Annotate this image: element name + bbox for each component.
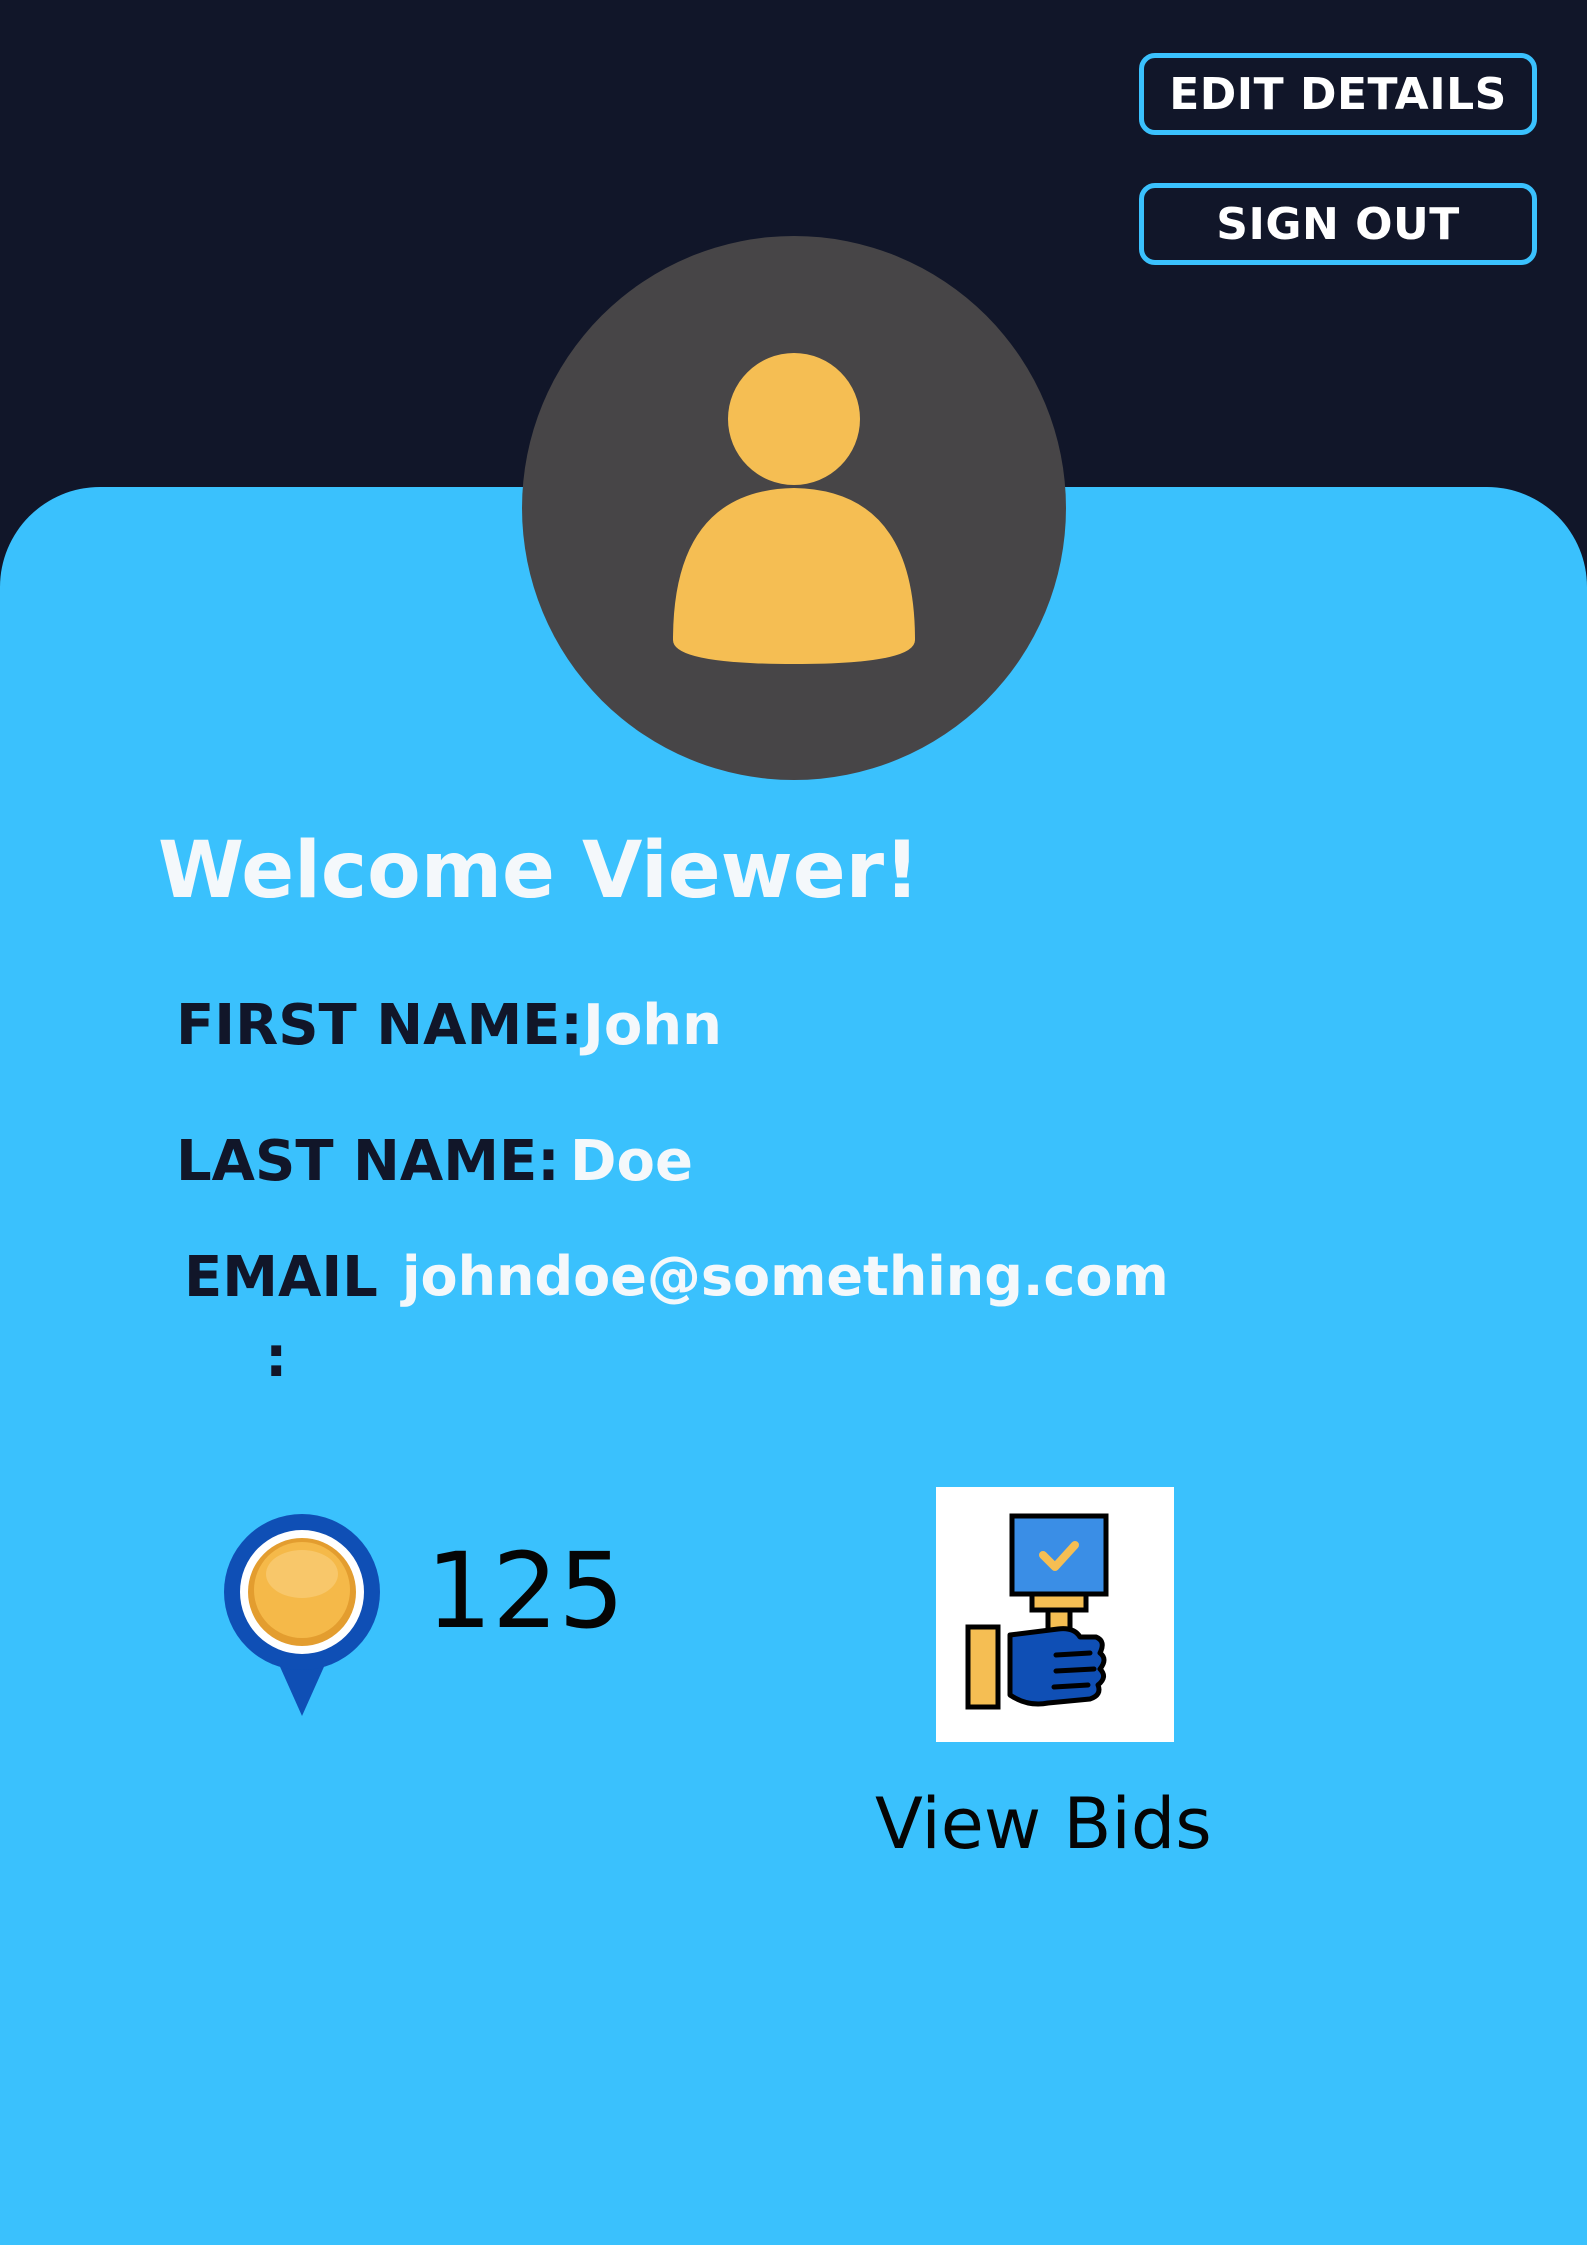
- first-name-value: John: [583, 993, 723, 1058]
- last-name-value: Doe: [570, 1129, 693, 1194]
- view-bids-label[interactable]: View Bids: [875, 1783, 1212, 1865]
- welcome-heading: Welcome Viewer!: [158, 826, 920, 916]
- view-bids-tile[interactable]: [936, 1487, 1174, 1742]
- sign-out-button[interactable]: SIGN OUT: [1139, 183, 1537, 265]
- user-icon: [673, 353, 915, 664]
- email-value: johndoe@something.com: [402, 1245, 1169, 1308]
- edit-details-button[interactable]: EDIT DETAILS: [1139, 53, 1537, 135]
- coin-location-icon: [222, 1512, 382, 1720]
- avatar: [522, 236, 1066, 780]
- coin-count: 125: [426, 1530, 625, 1652]
- first-name-label: FIRST NAME:: [176, 993, 583, 1058]
- bid-paddle-icon: [965, 1513, 1109, 1710]
- email-label-colon: :: [265, 1325, 288, 1390]
- email-label: EMAIL: [184, 1245, 378, 1310]
- last-name-label: LAST NAME:: [176, 1129, 560, 1194]
